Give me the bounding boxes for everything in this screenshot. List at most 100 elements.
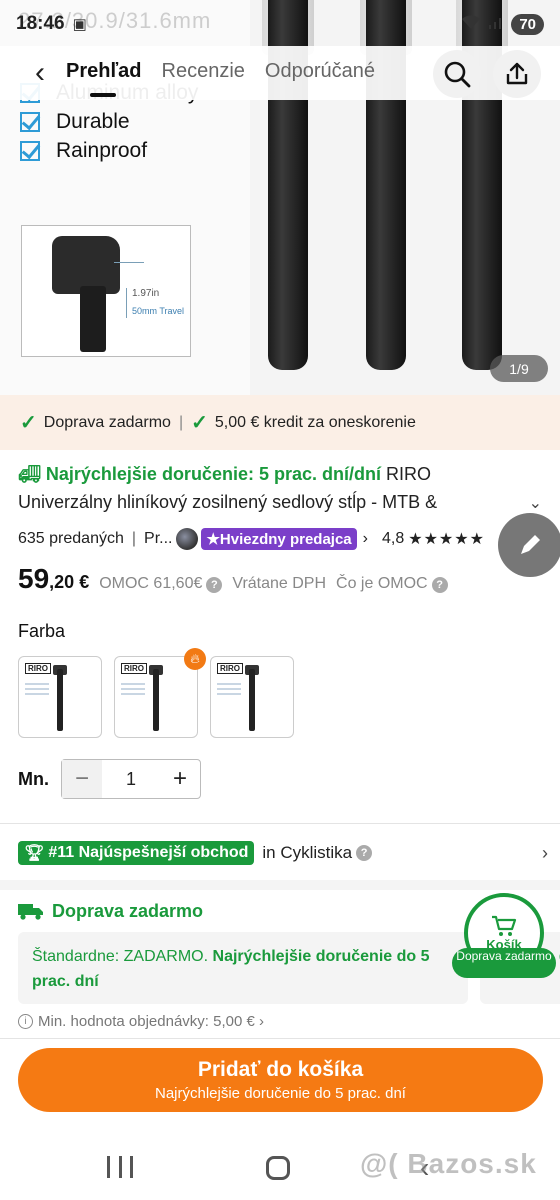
seller-avatar[interactable] bbox=[176, 528, 199, 550]
battery-indicator: 70 bbox=[511, 13, 544, 35]
top-navigation: ‹ Prehľad Recenzie Odporúčané bbox=[0, 46, 560, 100]
screenshot-icon: ▣ bbox=[72, 16, 87, 33]
edit-button[interactable] bbox=[498, 513, 560, 577]
info-icon: i bbox=[18, 1014, 33, 1029]
share-button[interactable] bbox=[493, 50, 541, 98]
store-category: in Cyklistika bbox=[262, 843, 353, 862]
status-icons: 70 bbox=[461, 13, 544, 35]
product-title-line1: 🚚︎ Najrýchlejšie doručenie: 5 prac. dní/… bbox=[18, 460, 548, 488]
divider: | bbox=[131, 530, 137, 547]
section-separator bbox=[0, 880, 560, 890]
inset-height-label: 1.97in bbox=[132, 288, 160, 299]
chevron-down-icon[interactable]: ⌄ bbox=[529, 493, 542, 513]
price-currency: € bbox=[79, 572, 90, 592]
tab-recommended[interactable]: Odporúčané bbox=[265, 60, 375, 87]
dimension-line bbox=[126, 288, 127, 318]
store-rank-badge: 🏆︎ #11 Najúspešnejší obchod bbox=[18, 841, 255, 865]
check-icon: ✓ bbox=[20, 412, 37, 434]
share-icon bbox=[506, 62, 528, 85]
status-bar: 18:46 ▣ 70 bbox=[0, 0, 560, 48]
omoc-label: OMOC 61,60€ bbox=[99, 575, 203, 592]
shipping-title[interactable]: Doprava zadarmo bbox=[18, 897, 203, 925]
color-swatch[interactable]: RIRO bbox=[18, 656, 102, 738]
price-decimal: ,20 bbox=[49, 572, 75, 592]
pencil-icon bbox=[521, 535, 540, 554]
detail-inset-image: 1.97in 50mm Travel bbox=[21, 225, 191, 357]
inset-travel-label: 50mm Travel bbox=[132, 306, 185, 316]
chevron-right-icon[interactable]: › bbox=[542, 843, 548, 864]
price-integer: 59 bbox=[18, 563, 50, 594]
product-title[interactable]: Univerzálny hliníkový zosilnený sedlový … bbox=[18, 488, 488, 516]
clock: 18:46 bbox=[16, 13, 65, 34]
product-page: 27.2/30.9/31.6mm Aluminum alloy Durable … bbox=[0, 0, 560, 1200]
fire-icon: 🔥︎ bbox=[184, 648, 206, 670]
late-credit-text: 5,00 € kredit za oneskorenie bbox=[214, 413, 416, 431]
watermark: @( Bazos.sk bbox=[360, 1148, 537, 1179]
rating-stars[interactable]: ★★★★★ bbox=[408, 529, 485, 549]
what-is-omoc-link[interactable]: Čo je OMOC? bbox=[336, 575, 448, 593]
shipping-option-card[interactable]: Štandardne: ZADARMO. Najrýchlejšie doruč… bbox=[18, 932, 468, 1004]
dimension-line bbox=[114, 262, 144, 263]
divider bbox=[0, 1038, 560, 1039]
divider bbox=[0, 823, 560, 824]
what-is-omoc-label: Čo je OMOC bbox=[336, 575, 428, 592]
swatch-logo: RIRO bbox=[121, 663, 147, 674]
help-icon: ? bbox=[431, 577, 448, 593]
recents-icon[interactable] bbox=[107, 1156, 133, 1178]
rating-value[interactable]: 4,8 bbox=[382, 530, 404, 548]
feature-label: Durable bbox=[56, 109, 130, 133]
help-icon: ? bbox=[356, 845, 373, 861]
omoc-price[interactable]: OMOC 61,60€? bbox=[99, 575, 223, 593]
star-seller-label: Hviezdny predajca bbox=[219, 531, 352, 548]
cart-free-shipping-pill: Doprava zadarmo bbox=[452, 948, 556, 978]
color-swatch[interactable]: RIRO bbox=[210, 656, 294, 738]
decrease-button[interactable]: − bbox=[62, 760, 102, 798]
swatch-text-lines bbox=[121, 683, 145, 685]
tab-overview[interactable]: Prehľad bbox=[66, 60, 142, 97]
vat-note: Vrátane DPH bbox=[232, 575, 327, 592]
feature-item: Rainproof bbox=[20, 136, 198, 165]
quantity-stepper[interactable]: − 1 + bbox=[61, 759, 201, 799]
swatch-logo: RIRO bbox=[217, 663, 243, 674]
help-icon: ? bbox=[206, 577, 223, 593]
sold-count: 635 predaných bbox=[18, 530, 124, 547]
check-icon: ✓ bbox=[191, 412, 208, 434]
color-swatch[interactable]: RIRO bbox=[114, 656, 198, 738]
swatch-text-lines bbox=[25, 683, 49, 685]
feature-item: Durable bbox=[20, 107, 198, 136]
back-arrow-icon[interactable]: ‹ bbox=[20, 58, 60, 88]
promo-bar[interactable]: ✓ Doprava zadarmo | ✓ 5,00 € kredit za o… bbox=[0, 395, 560, 450]
truck-icon: 🚚︎ bbox=[18, 464, 41, 484]
checkbox-icon bbox=[20, 140, 40, 161]
search-icon bbox=[444, 61, 471, 88]
add-to-cart-sublabel: Najrýchlejšie doručenie do 5 prac. dní bbox=[155, 1085, 406, 1102]
home-icon[interactable] bbox=[266, 1156, 290, 1180]
trophy-icon: 🏆︎ bbox=[24, 845, 45, 862]
shipping-title-label: Doprava zadarmo bbox=[52, 900, 204, 921]
min-order-row[interactable]: i Min. hodnota objednávky: 5,00 € › bbox=[18, 1013, 264, 1030]
chevron-right-icon[interactable]: › bbox=[363, 530, 368, 548]
increase-button[interactable]: + bbox=[160, 760, 200, 798]
swatch-rod bbox=[57, 669, 63, 731]
color-label: Farba bbox=[18, 621, 66, 641]
store-rank-label: #11 Najúspešnejší obchod bbox=[48, 844, 249, 861]
add-to-cart-button[interactable]: Pridať do košíka Najrýchlejšie doručenie… bbox=[18, 1048, 543, 1112]
fastest-delivery-label: Najrýchlejšie doručenie: 5 prac. dní/dní bbox=[45, 464, 381, 484]
product-meta-row: 635 predaných | Pr... ★Hviezdny predajca… bbox=[18, 525, 558, 553]
search-button[interactable] bbox=[433, 50, 481, 98]
truck-icon bbox=[18, 904, 43, 920]
star-seller-badge[interactable]: ★Hviezdny predajca bbox=[201, 528, 357, 550]
seller-name[interactable]: Pr... bbox=[144, 530, 172, 548]
add-to-cart-label: Pridať do košíka bbox=[197, 1058, 364, 1081]
free-shipping-text: Doprava zadarmo bbox=[43, 413, 171, 431]
store-ranking-row[interactable]: 🏆︎ #11 Najúspešnejší obchod in Cyklistika… bbox=[18, 840, 548, 866]
swatch-rod bbox=[249, 669, 255, 731]
swatch-logo: RIRO bbox=[25, 663, 51, 674]
signal-icon bbox=[487, 14, 505, 35]
swatch-rod bbox=[153, 669, 159, 731]
quantity-value[interactable]: 1 bbox=[102, 769, 160, 790]
chevron-right-icon: › bbox=[254, 1013, 264, 1030]
cart-icon bbox=[492, 915, 517, 936]
quantity-label: Mn. bbox=[18, 769, 49, 789]
tab-reviews[interactable]: Recenzie bbox=[162, 60, 245, 87]
